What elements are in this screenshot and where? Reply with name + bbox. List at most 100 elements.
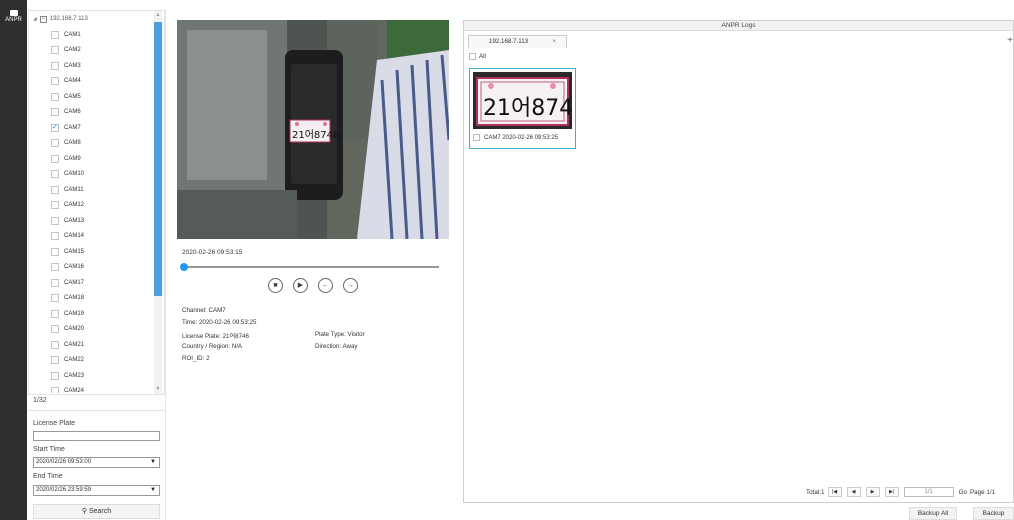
camera-checkbox[interactable] [51, 46, 59, 55]
camera-item[interactable]: CAM8 [29, 136, 155, 152]
camera-item[interactable]: CAM14 [29, 229, 155, 245]
go-button[interactable]: Go [959, 489, 967, 496]
camera-checkbox[interactable] [51, 247, 59, 256]
camera-item[interactable]: CAM21 [29, 337, 155, 353]
camera-checkbox[interactable] [51, 340, 59, 349]
camera-checkbox[interactable] [51, 263, 59, 272]
backup-button[interactable]: Backup [973, 507, 1014, 520]
video-preview[interactable]: 21어8746 [177, 20, 449, 239]
end-time-select[interactable]: 2020/02/26 23:59:59 ▼ [33, 485, 160, 496]
camera-checkbox[interactable] [51, 216, 59, 225]
camera-item[interactable]: CAM7 [29, 120, 155, 136]
scroll-down-icon[interactable]: ▼ [154, 385, 162, 394]
search-button[interactable]: ⚲ Search [33, 504, 160, 519]
camera-checkbox[interactable] [51, 77, 59, 86]
plate-image: 21어8746 [473, 72, 572, 129]
prev-icon[interactable]: ← [318, 278, 333, 293]
tab-device[interactable]: 192.168.7.113 × [468, 35, 567, 48]
expand-arrow-icon[interactable]: ◢ [33, 16, 37, 22]
detail-channel: Channel: CAM7 [182, 307, 226, 314]
anpr-logs-panel: ANPR Logs 192.168.7.113 × + All 21어8746 … [463, 20, 1014, 503]
tree-scrollbar[interactable]: ▲ ▼ [154, 11, 162, 394]
camera-label: CAM13 [64, 217, 85, 224]
camera-checkbox[interactable] [51, 108, 59, 117]
camera-checkbox[interactable] [51, 294, 59, 303]
camera-checkbox[interactable] [51, 170, 59, 179]
progress-knob[interactable] [180, 263, 188, 271]
camera-item[interactable]: CAM24 [29, 384, 155, 393]
detail-time: Time: 2020-02-26 09:53:25 [182, 319, 257, 326]
scroll-up-icon[interactable]: ▲ [154, 11, 162, 20]
last-page-icon[interactable]: ▶| [884, 487, 899, 497]
close-icon[interactable]: × [552, 36, 556, 48]
backup-all-button[interactable]: Backup All [909, 507, 957, 520]
camera-item[interactable]: CAM23 [29, 368, 155, 384]
chevron-down-icon: ▼ [150, 487, 156, 493]
license-plate-input[interactable] [33, 431, 160, 441]
anpr-nav-item[interactable]: ANPR [0, 10, 27, 32]
collapse-icon[interactable]: − [39, 15, 47, 23]
camera-checkbox[interactable] [51, 371, 59, 380]
next-icon[interactable]: → [343, 278, 358, 293]
next-page-icon[interactable]: ▶ [865, 487, 880, 497]
camera-checkbox[interactable] [51, 154, 59, 163]
camera-item[interactable]: CAM2 [29, 43, 155, 59]
detail-direction: Direction: Away [315, 343, 358, 350]
camera-item[interactable]: CAM19 [29, 306, 155, 322]
total-count: Total:1 [806, 488, 825, 496]
camera-item[interactable]: CAM11 [29, 182, 155, 198]
camera-checkbox[interactable] [51, 356, 59, 365]
first-page-icon[interactable]: |◀ [827, 487, 842, 497]
camera-checkbox[interactable] [51, 387, 59, 393]
tree-root-label: 192.168.7.113 [49, 16, 88, 22]
camera-checkbox[interactable] [51, 30, 59, 39]
prev-page-icon[interactable]: ◀ [846, 487, 861, 497]
camera-checkbox[interactable] [51, 278, 59, 287]
camera-item[interactable]: CAM15 [29, 244, 155, 260]
camera-item[interactable]: CAM20 [29, 322, 155, 338]
camera-item[interactable]: CAM6 [29, 105, 155, 121]
panel-divider [165, 10, 166, 520]
log-plate-text: 21어8746 [483, 96, 572, 121]
add-tab-icon[interactable]: + [1007, 35, 1013, 46]
camera-item[interactable]: CAM12 [29, 198, 155, 214]
stop-icon[interactable]: ■ [268, 278, 283, 293]
start-time-select[interactable]: 2020/02/26 09:53:00 ▼ [33, 457, 160, 468]
camera-item[interactable]: CAM17 [29, 275, 155, 291]
plate-thumbnail[interactable]: 21어8746 [473, 72, 572, 129]
camera-item[interactable]: CAM5 [29, 89, 155, 105]
camera-checkbox[interactable] [51, 61, 59, 70]
camera-item[interactable]: CAM3 [29, 58, 155, 74]
camera-item[interactable]: CAM13 [29, 213, 155, 229]
tree-root-node[interactable]: ◢ − 192.168.7.113 [33, 13, 88, 25]
log-entry-checkbox[interactable] [473, 134, 480, 141]
search-button-label: Search [88, 508, 112, 515]
play-icon[interactable]: ▶ [293, 278, 308, 293]
camera-item[interactable]: CAM16 [29, 260, 155, 276]
camera-checkbox[interactable] [51, 123, 59, 132]
progress-track[interactable] [183, 266, 439, 268]
page-number-input[interactable]: 1/1 [903, 487, 954, 497]
scroll-thumb[interactable] [154, 22, 162, 296]
camera-checkbox[interactable] [51, 201, 59, 210]
select-all[interactable]: All [469, 53, 486, 60]
camera-checkbox[interactable] [51, 325, 59, 334]
log-entry-card[interactable]: 21어8746 CAM7 2020-02-26 09:53:25 [469, 68, 576, 149]
tree-page-indicator: 1/32 [33, 397, 47, 404]
camera-item[interactable]: CAM10 [29, 167, 155, 183]
camera-label: CAM24 [64, 388, 85, 393]
camera-checkbox[interactable] [51, 309, 59, 318]
camera-checkbox[interactable] [51, 139, 59, 148]
camera-checkbox[interactable] [51, 185, 59, 194]
select-all-checkbox[interactable] [469, 53, 476, 60]
camera-item[interactable]: CAM1 [29, 27, 155, 43]
camera-label: CAM4 [64, 78, 81, 85]
camera-item[interactable]: CAM18 [29, 291, 155, 307]
playback-controls: ■ ▶ ← → [268, 278, 358, 293]
camera-item[interactable]: CAM9 [29, 151, 155, 167]
camera-checkbox[interactable] [51, 232, 59, 241]
camera-item[interactable]: CAM22 [29, 353, 155, 369]
camera-checkbox[interactable] [51, 92, 59, 101]
camera-item[interactable]: CAM4 [29, 74, 155, 90]
start-time-value: 2020/02/26 09:53:00 [36, 459, 92, 465]
